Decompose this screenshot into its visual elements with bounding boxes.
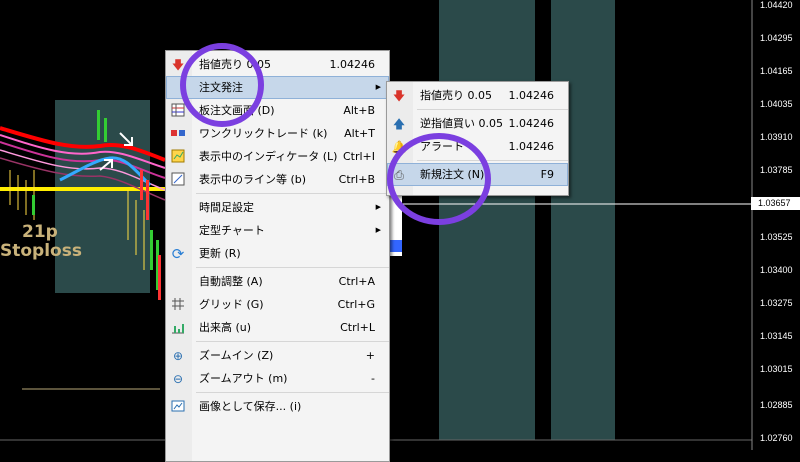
chart-band: [551, 0, 615, 440]
highlight-circle: [387, 133, 491, 225]
submenu-arrow-icon: ▶: [375, 226, 381, 234]
price-axis-label: 1.04295: [760, 33, 793, 43]
volumes-icon: [170, 320, 186, 336]
price-axis-label: 1.02885: [760, 400, 793, 410]
chart-band: [55, 100, 150, 293]
menu-item-refresh[interactable]: ⟳ 更新 (R): [166, 242, 389, 265]
menu-item-zoom-out[interactable]: ⊖ ズームアウト (m) -: [166, 367, 389, 390]
menu-separator: [196, 193, 389, 194]
buy-stop-icon: 🡅: [392, 117, 406, 131]
price-axis-label: 1.03785: [760, 165, 793, 175]
menu-item-save-as-picture[interactable]: 画像として保存... (i): [166, 395, 389, 418]
highlight-circle: [180, 43, 264, 127]
menu-item-auto-scroll[interactable]: 自動調整 (A) Ctrl+A: [166, 270, 389, 293]
menu-item-objects-list[interactable]: 表示中のライン等 (b) Ctrl+B: [166, 168, 389, 191]
menu-item-one-click-trading[interactable]: ワンクリックトレード (k) Alt+T: [166, 122, 389, 145]
menu-separator: [196, 392, 389, 393]
menu-item-template[interactable]: 定型チャート ▶: [166, 219, 389, 242]
menu-separator: [417, 109, 568, 110]
price-axis-label: 1.03275: [760, 298, 793, 308]
menu-item-volumes[interactable]: 出来高 (u) Ctrl+L: [166, 316, 389, 339]
grid-icon: [170, 297, 186, 313]
zoom-out-icon: ⊖: [172, 372, 184, 386]
depth-of-market-icon: [170, 103, 186, 119]
menu-item-timeframes[interactable]: 時間足設定 ▶: [166, 196, 389, 219]
one-click-trading-icon: [170, 126, 186, 142]
submenu-arrow-icon: ▶: [375, 83, 381, 91]
price-axis-label: 1.03400: [760, 265, 793, 275]
pips-label: 21p: [22, 222, 58, 242]
indicators-list-icon: [170, 149, 186, 165]
sell-limit-icon: 🡇: [392, 89, 406, 103]
save-image-icon: [170, 399, 186, 415]
stoploss-label: Stoploss: [0, 241, 82, 261]
price-axis-label: 1.03910: [760, 132, 793, 142]
submenu-item-buy-stop[interactable]: 🡅 逆指値買い 0.05 1.04246: [387, 112, 568, 135]
submenu-item-sell-limit[interactable]: 🡇 指値売り 0.05 1.04246: [387, 84, 568, 107]
menu-item-grid[interactable]: グリッド (G) Ctrl+G: [166, 293, 389, 316]
menu-separator: [196, 341, 389, 342]
refresh-icon: ⟳: [171, 245, 185, 263]
price-axis-label: 1.04035: [760, 99, 793, 109]
menu-separator: [196, 267, 389, 268]
zoom-in-icon: ⊕: [172, 349, 184, 363]
price-chart[interactable]: [0, 0, 800, 450]
current-price-tag: 1.03657: [751, 197, 800, 210]
menu-item-zoom-in[interactable]: ⊕ ズームイン (Z) +: [166, 344, 389, 367]
price-axis-label: 1.03145: [760, 331, 793, 341]
price-axis-label: 1.03525: [760, 232, 793, 242]
price-axis-label: 1.04165: [760, 66, 793, 76]
price-axis-label: 1.03015: [760, 364, 793, 374]
price-axis-label: 1.02760: [760, 433, 793, 443]
objects-list-icon: [170, 172, 186, 188]
menu-item-indicators-list[interactable]: 表示中のインディケータ (L) Ctrl+I: [166, 145, 389, 168]
submenu-arrow-icon: ▶: [375, 203, 381, 211]
price-axis-label: 1.04420: [760, 0, 793, 10]
